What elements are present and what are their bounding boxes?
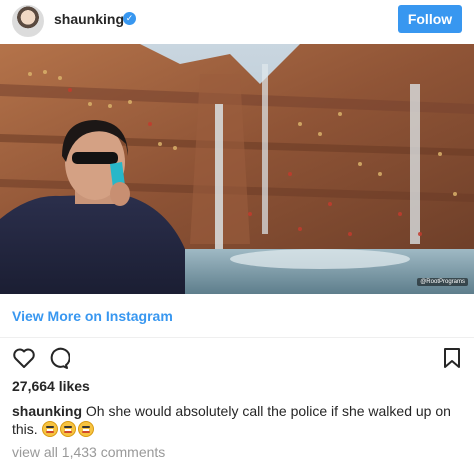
username-link[interactable]: shaunking: [54, 11, 124, 27]
likes-count[interactable]: 27,664 likes: [12, 378, 90, 394]
comment-icon[interactable]: [46, 346, 70, 370]
view-all-comments-link[interactable]: view all 1,433 comments: [12, 444, 165, 460]
verified-badge-icon: ✓: [123, 12, 136, 25]
avatar[interactable]: [12, 5, 44, 37]
grimacing-face-icon: [41, 421, 58, 437]
instagram-embed-card: shaunking ✓ Follow @RootPrograms View Mo…: [0, 0, 474, 462]
action-bar: [0, 338, 474, 378]
grimacing-face-icon: [77, 421, 94, 437]
view-more-section: View More on Instagram: [0, 294, 474, 338]
view-more-on-instagram-link[interactable]: View More on Instagram: [12, 308, 173, 324]
scene-illustration: [0, 44, 474, 294]
caption-username-link[interactable]: shaunking: [12, 403, 82, 419]
follow-button[interactable]: Follow: [398, 5, 462, 33]
bookmark-icon[interactable]: [440, 346, 464, 370]
watermark: @RootPrograms: [417, 278, 468, 286]
caption: shaunking Oh she would absolutely call t…: [12, 402, 462, 438]
post-image[interactable]: @RootPrograms: [0, 44, 474, 294]
post-header: shaunking ✓ Follow: [0, 0, 474, 44]
grimacing-face-icon: [59, 421, 76, 437]
heart-icon[interactable]: [12, 346, 36, 370]
